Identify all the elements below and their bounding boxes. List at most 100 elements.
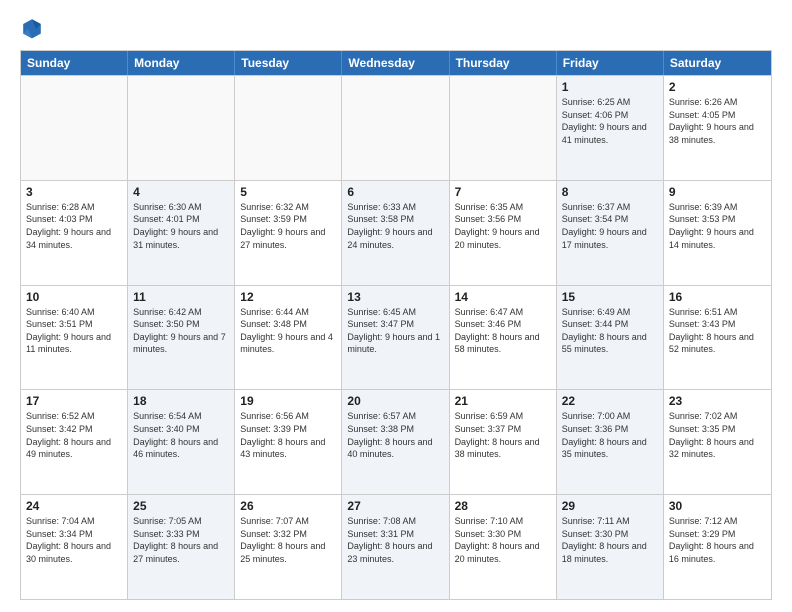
cal-cell: 3 Sunrise: 6:28 AM Sunset: 4:03 PM Daylig… <box>21 181 128 285</box>
day-number: 18 <box>133 394 229 408</box>
cal-cell: 18 Sunrise: 6:54 AM Sunset: 3:40 PM Dayli… <box>128 390 235 494</box>
cell-detail: Sunrise: 6:56 AM Sunset: 3:39 PM Dayligh… <box>240 410 336 460</box>
day-number: 24 <box>26 499 122 513</box>
cal-cell: 8Sunrise: 6:37 AM Sunset: 3:54 PM Daylig… <box>557 181 664 285</box>
cell-detail: Sunrise: 6:54 AM Sunset: 3:40 PM Dayligh… <box>133 410 229 460</box>
day-number: 6 <box>347 185 443 199</box>
cell-detail: Sunrise: 6:59 AM Sunset: 3:37 PM Dayligh… <box>455 410 551 460</box>
cell-detail: Sunrise: 7:11 AM Sunset: 3:30 PM Dayligh… <box>562 515 658 565</box>
cell-detail: Sunrise: 7:04 AM Sunset: 3:34 PM Dayligh… <box>26 515 122 565</box>
day-number: 1 <box>562 80 658 94</box>
header-day-saturday: Saturday <box>664 51 771 75</box>
day-number: 22 <box>562 394 658 408</box>
day-number: 2 <box>669 80 766 94</box>
cal-cell: 26 Sunrise: 7:07 AM Sunset: 3:32 PM Dayli… <box>235 495 342 599</box>
day-number: 9 <box>669 185 766 199</box>
day-number: 25 <box>133 499 229 513</box>
header-day-friday: Friday <box>557 51 664 75</box>
day-number: 20 <box>347 394 443 408</box>
cal-cell: 5 Sunrise: 6:32 AM Sunset: 3:59 PM Daylig… <box>235 181 342 285</box>
cal-cell: 24 Sunrise: 7:04 AM Sunset: 3:34 PM Dayli… <box>21 495 128 599</box>
day-number: 13 <box>347 290 443 304</box>
cal-cell <box>128 76 235 180</box>
day-number: 30 <box>669 499 766 513</box>
cell-detail: Sunrise: 6:47 AM Sunset: 3:46 PM Dayligh… <box>455 306 551 356</box>
cell-detail: Sunrise: 6:26 AM Sunset: 4:05 PM Dayligh… <box>669 96 766 146</box>
cell-detail: Sunrise: 6:25 AM Sunset: 4:06 PM Dayligh… <box>562 96 658 146</box>
day-number: 26 <box>240 499 336 513</box>
cell-detail: Sunrise: 6:40 AM Sunset: 3:51 PM Dayligh… <box>26 306 122 356</box>
cell-detail: Sunrise: 7:02 AM Sunset: 3:35 PM Dayligh… <box>669 410 766 460</box>
cell-detail: Sunrise: 6:45 AM Sunset: 3:47 PM Dayligh… <box>347 306 443 356</box>
day-number: 21 <box>455 394 551 408</box>
day-number: 17 <box>26 394 122 408</box>
day-number: 5 <box>240 185 336 199</box>
cell-detail: Sunrise: 6:52 AM Sunset: 3:42 PM Dayligh… <box>26 410 122 460</box>
day-number: 28 <box>455 499 551 513</box>
day-number: 14 <box>455 290 551 304</box>
cell-detail: Sunrise: 6:57 AM Sunset: 3:38 PM Dayligh… <box>347 410 443 460</box>
cell-detail: Sunrise: 7:08 AM Sunset: 3:31 PM Dayligh… <box>347 515 443 565</box>
day-number: 16 <box>669 290 766 304</box>
day-number: 4 <box>133 185 229 199</box>
cell-detail: Sunrise: 6:42 AM Sunset: 3:50 PM Dayligh… <box>133 306 229 356</box>
cal-cell: 25 Sunrise: 7:05 AM Sunset: 3:33 PM Dayli… <box>128 495 235 599</box>
cal-cell: 1 Sunrise: 6:25 AM Sunset: 4:06 PM Daylig… <box>557 76 664 180</box>
day-number: 11 <box>133 290 229 304</box>
cell-detail: Sunrise: 7:05 AM Sunset: 3:33 PM Dayligh… <box>133 515 229 565</box>
cell-detail: Sunrise: 6:30 AM Sunset: 4:01 PM Dayligh… <box>133 201 229 251</box>
cell-detail: Sunrise: 7:07 AM Sunset: 3:32 PM Dayligh… <box>240 515 336 565</box>
cal-cell: 19 Sunrise: 6:56 AM Sunset: 3:39 PM Dayli… <box>235 390 342 494</box>
cal-cell: 17 Sunrise: 6:52 AM Sunset: 3:42 PM Dayli… <box>21 390 128 494</box>
header-day-sunday: Sunday <box>21 51 128 75</box>
cell-detail: Sunrise: 6:51 AM Sunset: 3:43 PM Dayligh… <box>669 306 766 356</box>
cal-cell: 9Sunrise: 6:39 AM Sunset: 3:53 PM Daylig… <box>664 181 771 285</box>
day-number: 7 <box>455 185 551 199</box>
cal-cell: 21 Sunrise: 6:59 AM Sunset: 3:37 PM Dayli… <box>450 390 557 494</box>
logo <box>20 16 48 40</box>
cell-detail: Sunrise: 7:10 AM Sunset: 3:30 PM Dayligh… <box>455 515 551 565</box>
week-row-4: 17 Sunrise: 6:52 AM Sunset: 3:42 PM Dayli… <box>21 389 771 494</box>
week-row-5: 24 Sunrise: 7:04 AM Sunset: 3:34 PM Dayli… <box>21 494 771 599</box>
cal-cell: 23 Sunrise: 7:02 AM Sunset: 3:35 PM Dayli… <box>664 390 771 494</box>
cal-cell: 22Sunrise: 7:00 AM Sunset: 3:36 PM Dayli… <box>557 390 664 494</box>
cell-detail: Sunrise: 6:37 AM Sunset: 3:54 PM Dayligh… <box>562 201 658 251</box>
day-number: 19 <box>240 394 336 408</box>
cal-cell: 30 Sunrise: 7:12 AM Sunset: 3:29 PM Dayli… <box>664 495 771 599</box>
day-number: 3 <box>26 185 122 199</box>
cell-detail: Sunrise: 6:49 AM Sunset: 3:44 PM Dayligh… <box>562 306 658 356</box>
cal-cell: 15 Sunrise: 6:49 AM Sunset: 3:44 PM Dayli… <box>557 286 664 390</box>
header-day-tuesday: Tuesday <box>235 51 342 75</box>
cell-detail: Sunrise: 6:32 AM Sunset: 3:59 PM Dayligh… <box>240 201 336 251</box>
week-row-3: 10 Sunrise: 6:40 AM Sunset: 3:51 PM Dayli… <box>21 285 771 390</box>
cell-detail: Sunrise: 7:12 AM Sunset: 3:29 PM Dayligh… <box>669 515 766 565</box>
page: SundayMondayTuesdayWednesdayThursdayFrid… <box>0 0 792 612</box>
day-number: 10 <box>26 290 122 304</box>
cal-cell: 10 Sunrise: 6:40 AM Sunset: 3:51 PM Dayli… <box>21 286 128 390</box>
cal-cell: 13 Sunrise: 6:45 AM Sunset: 3:47 PM Dayli… <box>342 286 449 390</box>
cal-cell: 16 Sunrise: 6:51 AM Sunset: 3:43 PM Dayli… <box>664 286 771 390</box>
calendar-header: SundayMondayTuesdayWednesdayThursdayFrid… <box>21 51 771 75</box>
logo-icon <box>20 16 44 40</box>
week-row-2: 3 Sunrise: 6:28 AM Sunset: 4:03 PM Daylig… <box>21 180 771 285</box>
calendar: SundayMondayTuesdayWednesdayThursdayFrid… <box>20 50 772 600</box>
cal-cell <box>450 76 557 180</box>
cal-cell: 4 Sunrise: 6:30 AM Sunset: 4:01 PM Daylig… <box>128 181 235 285</box>
cal-cell: 27Sunrise: 7:08 AM Sunset: 3:31 PM Dayli… <box>342 495 449 599</box>
calendar-body: 1 Sunrise: 6:25 AM Sunset: 4:06 PM Daylig… <box>21 75 771 599</box>
cal-cell <box>342 76 449 180</box>
cell-detail: Sunrise: 6:44 AM Sunset: 3:48 PM Dayligh… <box>240 306 336 356</box>
cal-cell: 6 Sunrise: 6:33 AM Sunset: 3:58 PM Daylig… <box>342 181 449 285</box>
header-day-wednesday: Wednesday <box>342 51 449 75</box>
cell-detail: Sunrise: 6:33 AM Sunset: 3:58 PM Dayligh… <box>347 201 443 251</box>
cal-cell: 20 Sunrise: 6:57 AM Sunset: 3:38 PM Dayli… <box>342 390 449 494</box>
cal-cell <box>21 76 128 180</box>
cal-cell: 2 Sunrise: 6:26 AM Sunset: 4:05 PM Daylig… <box>664 76 771 180</box>
cal-cell: 11 Sunrise: 6:42 AM Sunset: 3:50 PM Dayli… <box>128 286 235 390</box>
day-number: 23 <box>669 394 766 408</box>
header <box>20 16 772 40</box>
cell-detail: Sunrise: 6:28 AM Sunset: 4:03 PM Dayligh… <box>26 201 122 251</box>
cal-cell: 12Sunrise: 6:44 AM Sunset: 3:48 PM Dayli… <box>235 286 342 390</box>
cal-cell <box>235 76 342 180</box>
day-number: 15 <box>562 290 658 304</box>
